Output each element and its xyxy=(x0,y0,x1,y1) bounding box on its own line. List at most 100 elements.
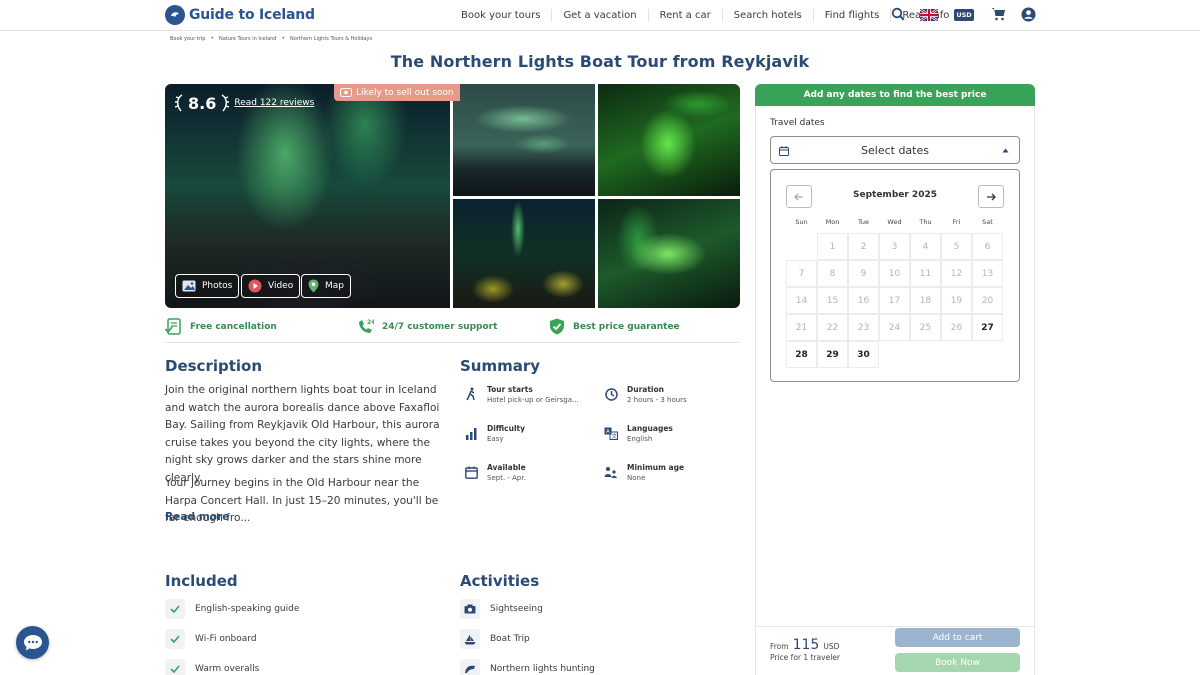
uk-flag-icon[interactable] xyxy=(920,9,938,21)
laurel-icon xyxy=(174,94,183,112)
calendar-day: 23 xyxy=(848,314,879,341)
calendar-day[interactable]: 30 xyxy=(848,341,879,368)
calendar-weekday: Wed xyxy=(887,218,902,226)
nav-rent-car[interactable]: Rent a car xyxy=(649,9,723,22)
gallery-photo[interactable] xyxy=(453,199,595,308)
calendar-day: 2 xyxy=(848,233,879,260)
calendar-day: 21 xyxy=(786,314,817,341)
calendar-day: 17 xyxy=(879,287,910,314)
travel-dates-label: Travel dates xyxy=(770,118,825,128)
summary-value: English xyxy=(627,435,653,443)
rating-badge: 8.6 Read 122 reviews xyxy=(174,93,314,113)
summary-value: Hotel pick-up or Geirsga... xyxy=(487,396,579,404)
price-from: From 115 USD xyxy=(770,637,839,653)
feature-label: Best price guarantee xyxy=(573,321,680,332)
summary-value: Sept. - Apr. xyxy=(487,474,526,482)
add-to-cart-button[interactable]: Add to cart xyxy=(895,628,1020,647)
calendar-day: 25 xyxy=(910,314,941,341)
calendar-icon xyxy=(779,146,789,156)
calendar-weekday: Thu xyxy=(919,218,932,226)
calendar-day: 7 xyxy=(786,260,817,287)
read-more-link[interactable]: Read more xyxy=(165,511,230,523)
included-item: Wi-Fi onboard xyxy=(165,629,257,649)
gallery-photo[interactable] xyxy=(598,199,740,308)
nav-search-hotels[interactable]: Search hotels xyxy=(723,9,814,22)
included-label: Wi-Fi onboard xyxy=(195,634,257,644)
summary-value: Easy xyxy=(487,435,504,443)
photos-button[interactable]: Photos xyxy=(175,274,240,298)
search-icon[interactable] xyxy=(891,7,905,21)
summary-value: 2 hours - 3 hours xyxy=(627,396,687,404)
next-month-button[interactable] xyxy=(978,185,1004,208)
breadcrumb-separator: • xyxy=(210,35,214,42)
summary-available: Available Sept. - Apr. xyxy=(463,462,526,484)
camera-icon xyxy=(460,599,480,619)
book-now-button[interactable]: Book Now xyxy=(895,653,1020,672)
cart-icon[interactable] xyxy=(991,7,1006,21)
logo-mark-icon xyxy=(165,5,185,25)
summary-difficulty: Difficulty Easy xyxy=(463,423,525,445)
activity-label: Northern lights hunting xyxy=(490,664,595,674)
bar-chart-icon xyxy=(463,425,479,441)
calendar-day: 5 xyxy=(941,233,972,260)
calendar-weekday: Sat xyxy=(982,218,993,226)
included-label: English-speaking guide xyxy=(195,604,300,614)
calendar-day[interactable]: 29 xyxy=(817,341,848,368)
check-icon xyxy=(165,629,185,649)
check-icon xyxy=(165,659,185,675)
main-nav: Book your tours Get a vacation Rent a ca… xyxy=(450,9,960,22)
ticket-icon xyxy=(340,88,352,97)
calendar-day: 26 xyxy=(941,314,972,341)
breadcrumb-item[interactable]: Nature Tours in Iceland xyxy=(219,36,276,42)
breadcrumb-item[interactable]: Book your trip xyxy=(170,36,205,42)
breadcrumb: Book your trip • Nature Tours in Iceland… xyxy=(170,35,372,42)
calendar-day: 15 xyxy=(817,287,848,314)
calendar-weekday: Mon xyxy=(825,218,840,226)
play-icon xyxy=(248,279,262,293)
check-icon xyxy=(165,599,185,619)
currency-selector[interactable]: USD xyxy=(954,9,974,21)
calendar-day: 4 xyxy=(910,233,941,260)
summary-title: Languages xyxy=(627,424,673,433)
feature-support: 24 24/7 customer support xyxy=(357,318,497,335)
calendar-day: 16 xyxy=(848,287,879,314)
summary-title: Available xyxy=(487,463,526,472)
activity-item: Northern lights hunting xyxy=(460,659,595,675)
select-dates-dropdown[interactable]: Select dates xyxy=(770,136,1020,164)
map-button[interactable]: Map xyxy=(301,274,351,298)
calendar-day: 10 xyxy=(879,260,910,287)
summary-title: Minimum age xyxy=(627,463,685,472)
video-button[interactable]: Video xyxy=(241,274,301,298)
nav-get-vacation[interactable]: Get a vacation xyxy=(552,9,649,22)
gallery-photo[interactable] xyxy=(598,84,740,196)
page-title: The Northern Lights Boat Tour from Reykj… xyxy=(390,52,810,71)
account-icon[interactable] xyxy=(1021,7,1036,22)
included-item: Warm overalls xyxy=(165,659,259,675)
nav-book-tours[interactable]: Book your tours xyxy=(450,9,553,22)
feature-best-price: Best price guarantee xyxy=(549,318,680,335)
gallery-photo[interactable] xyxy=(453,84,595,196)
summary-duration: Duration 2 hours - 3 hours xyxy=(603,384,687,406)
summary-minimum-age: Minimum age None xyxy=(603,462,684,484)
price-value: 115 xyxy=(792,637,820,653)
reviews-link[interactable]: Read 122 reviews xyxy=(234,98,314,108)
calendar-day: 6 xyxy=(972,233,1003,260)
logo-text: Guide to Iceland xyxy=(189,7,315,23)
calendar-day[interactable]: 27 xyxy=(972,314,1003,341)
calendar-day[interactable]: 28 xyxy=(786,341,817,368)
from-label: From xyxy=(770,642,789,651)
breadcrumb-item[interactable]: Northern Lights Tours & Holidays xyxy=(290,36,372,42)
translate-icon: A文 xyxy=(603,425,619,441)
top-header: Guide to Iceland Book your tours Get a v… xyxy=(0,0,1200,31)
calendar-day: 11 xyxy=(910,260,941,287)
svg-text:24: 24 xyxy=(367,319,374,326)
calendar-day: 3 xyxy=(879,233,910,260)
calendar-weekday: Tue xyxy=(857,218,870,226)
svg-text:文: 文 xyxy=(612,432,618,440)
currency-label: USD xyxy=(956,11,972,19)
logo[interactable]: Guide to Iceland xyxy=(165,5,315,25)
chat-button[interactable] xyxy=(16,626,49,659)
phone-24-icon: 24 xyxy=(359,319,374,333)
nav-find-flights[interactable]: Find flights xyxy=(814,9,892,22)
summary-title: Difficulty xyxy=(487,424,525,433)
